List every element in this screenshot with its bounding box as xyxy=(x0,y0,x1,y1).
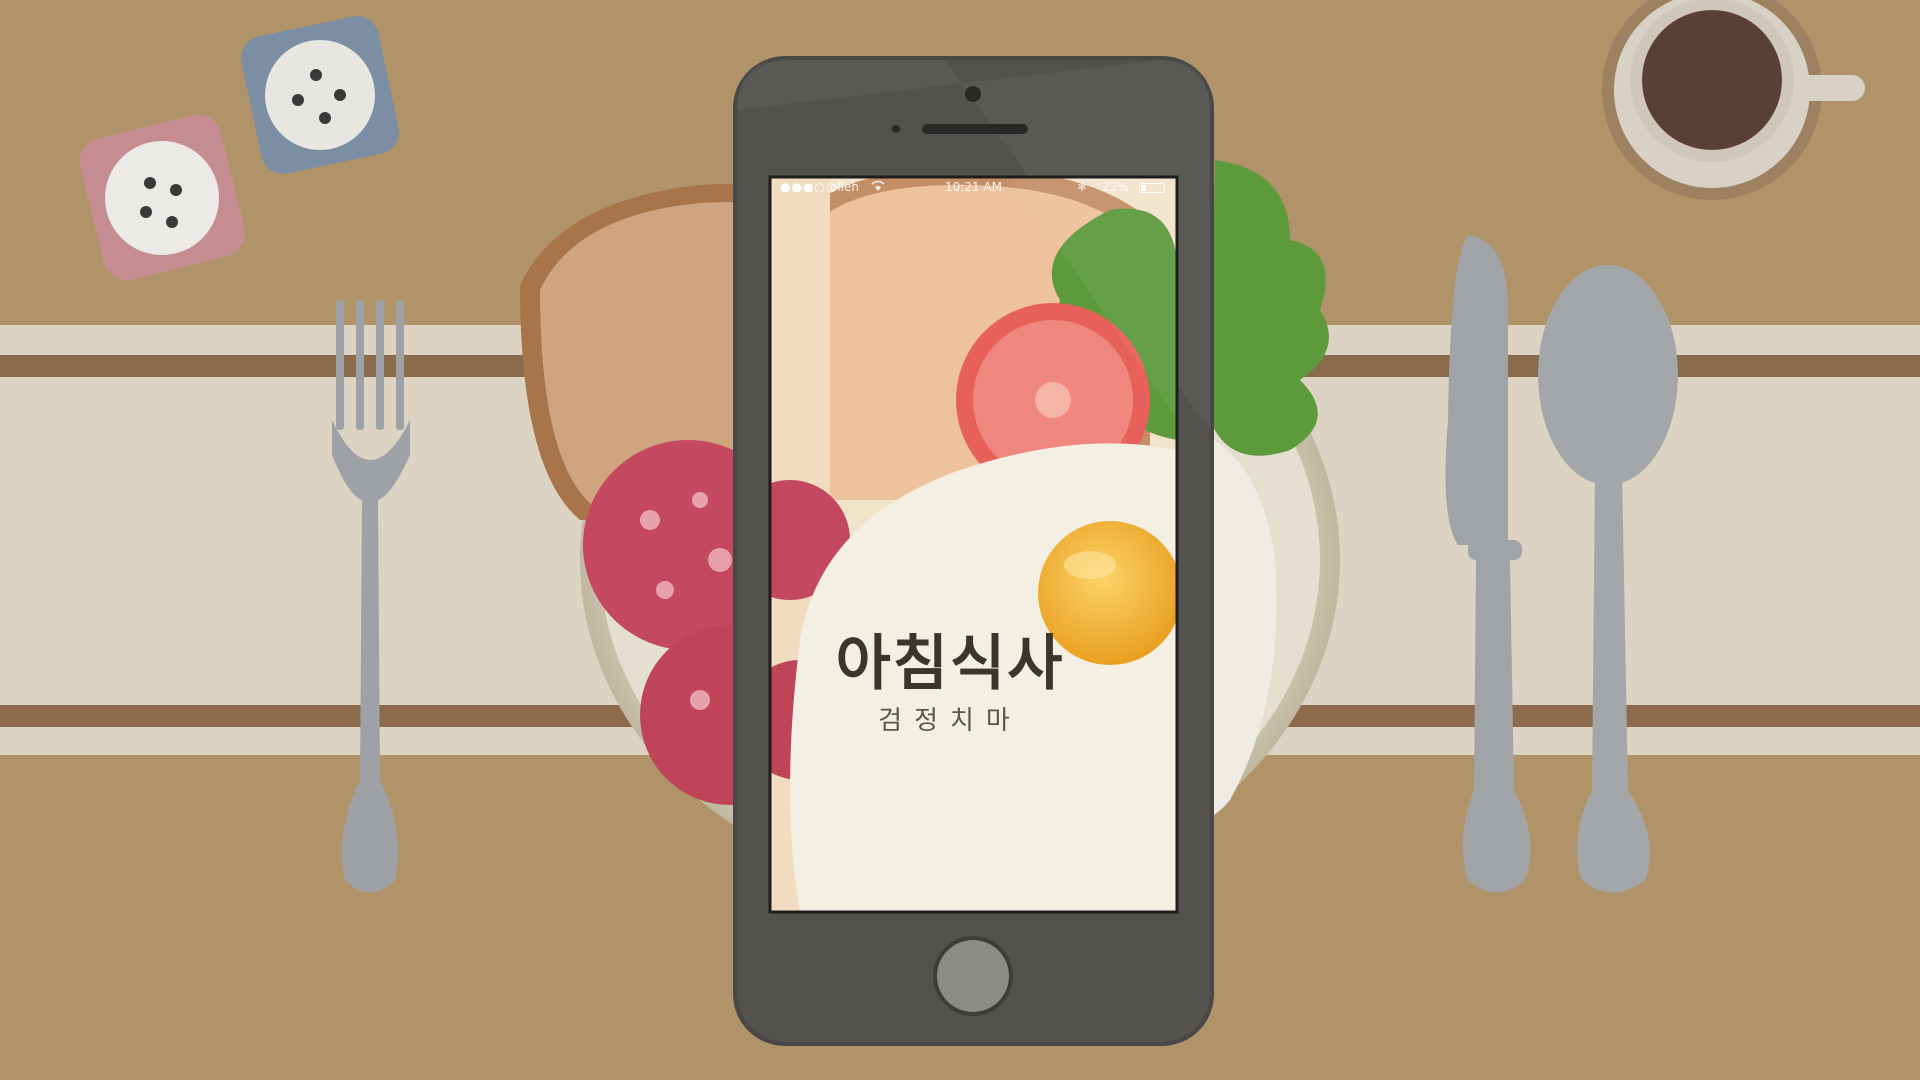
battery-icon xyxy=(1139,183,1165,193)
speaker-grille-icon xyxy=(922,124,1028,134)
table-illustration xyxy=(0,0,1920,1080)
battery-percent: 22% xyxy=(1102,180,1129,194)
bluetooth-icon: ✱ xyxy=(1076,180,1087,194)
phone-screen xyxy=(770,177,1177,912)
breakfast-scene: ●●●○○ olleh 10:21 AM ✱ 22% 아침식사 검정치마 xyxy=(0,0,1920,1080)
status-bar: ●●●○○ olleh 10:21 AM ✱ 22% xyxy=(770,177,1177,199)
front-camera-icon xyxy=(965,86,981,102)
pepper-shaker-icon xyxy=(241,16,399,174)
app-subtitle: 검정치마 xyxy=(878,706,1022,736)
app-title: 아침식사 xyxy=(835,629,1065,699)
battery-fill xyxy=(1141,185,1146,191)
